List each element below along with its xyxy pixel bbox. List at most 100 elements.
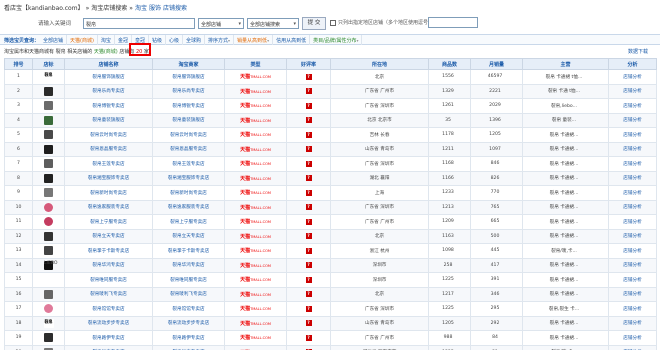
column-header[interactable]: 所在地	[330, 58, 429, 70]
column-header[interactable]: 排号	[4, 58, 33, 70]
region-filter-checkbox[interactable]	[330, 20, 336, 26]
rating-icon[interactable]: ?	[305, 175, 312, 182]
seller-link[interactable]: 裂帛博锐专卖店	[172, 104, 204, 109]
column-header[interactable]: 好评率	[286, 58, 331, 70]
shop-logo[interactable]	[44, 86, 53, 96]
shop-analysis-link[interactable]: 店铺分析	[623, 205, 641, 210]
shop-analysis-link[interactable]: 店铺分析	[623, 321, 641, 326]
shop-logo[interactable]: 裂帛	[43, 318, 54, 328]
shop-name-link[interactable]: 裂帛服饰旗舰店	[92, 75, 124, 80]
shop-analysis-link[interactable]: 店铺分析	[623, 147, 641, 152]
shop-analysis-link[interactable]: 店铺分析	[623, 263, 641, 268]
filter-tab[interactable]: 天猫(商城)	[67, 35, 98, 45]
breadcrumb-item[interactable]: 看店宝【kandianbao.com】	[4, 5, 84, 12]
filter-tab[interactable]: 销量从高到低▾	[234, 35, 274, 45]
breadcrumb-item[interactable]: 淘宝店铺搜索	[91, 5, 127, 12]
filter-tab[interactable]: 类目/品牌/属性分布▾	[310, 35, 363, 45]
search-mode-select[interactable]: 全部店铺搜索 ▾	[247, 18, 299, 29]
rating-icon[interactable]: ?	[305, 117, 312, 124]
export-link[interactable]: 数据下载	[628, 48, 648, 55]
shop-analysis-link[interactable]: 店铺分析	[623, 104, 641, 109]
shop-name-link[interactable]: 裂帛博锐专卖店	[92, 104, 124, 109]
filter-tab[interactable]: 排序方式▾	[205, 35, 235, 45]
rating-icon[interactable]: ?	[305, 247, 312, 254]
seller-link[interactable]: 裂帛流动步步专卖店	[168, 321, 209, 326]
seller-link[interactable]: 裂帛童装旗舰店	[172, 118, 204, 123]
shop-name-link[interactable]: 裂帛流动步步专卖店	[88, 321, 129, 326]
shop-type-select[interactable]: 全部店铺 ▾	[198, 18, 244, 29]
shop-analysis-link[interactable]: 店铺分析	[623, 234, 641, 239]
shop-logo[interactable]	[44, 304, 53, 314]
shop-logo[interactable]	[44, 159, 53, 169]
shop-analysis-link[interactable]: 店铺分析	[623, 249, 641, 254]
shop-name-link[interactable]: 裂帛华鸿专卖店	[92, 263, 124, 268]
shop-name-link[interactable]: 裂帛王莲专卖店	[92, 162, 124, 167]
shop-analysis-link[interactable]: 店铺分析	[623, 278, 641, 283]
shop-name-link[interactable]: 裂帛新时尚专卖店	[90, 191, 127, 196]
shop-analysis-link[interactable]: 店铺分析	[623, 162, 641, 167]
shop-logo[interactable]	[44, 173, 53, 183]
seller-link[interactable]: 裂帛路伊专卖店	[172, 336, 204, 341]
shop-logo[interactable]	[44, 231, 53, 241]
shop-name-link[interactable]: 裂帛唛利飞专卖店	[90, 292, 127, 297]
filter-tab[interactable]: 淘宝	[98, 35, 115, 45]
rating-icon[interactable]: ?	[305, 305, 312, 312]
rating-icon[interactable]: ?	[305, 102, 312, 109]
seller-link[interactable]: 裂帛立天专卖店	[172, 234, 204, 239]
shop-logo[interactable]	[44, 202, 53, 212]
seller-link[interactable]: 裂帛恩晶服专卖店	[170, 147, 207, 152]
shop-logo[interactable]	[44, 101, 53, 111]
rating-icon[interactable]: ?	[305, 291, 312, 298]
shop-name-link[interactable]: 裂帛立天专卖店	[92, 234, 124, 239]
shop-name-link[interactable]: 裂帛乐尚专卖店	[92, 89, 124, 94]
shop-analysis-link[interactable]: 店铺分析	[623, 75, 641, 80]
shop-name-link[interactable]: 裂帛童装旗舰店	[92, 118, 124, 123]
shop-name-link[interactable]: 裂帛恩晶服专卖店	[90, 147, 127, 152]
shop-analysis-link[interactable]: 店铺分析	[623, 118, 641, 123]
column-header[interactable]: 店铺名称	[64, 58, 153, 70]
column-header[interactable]: 淘宝商家	[152, 58, 225, 70]
rating-icon[interactable]: ?	[305, 204, 312, 211]
shop-logo[interactable]	[42, 275, 55, 285]
breadcrumb-item[interactable]: 店铺搜索	[163, 5, 187, 12]
shop-logo[interactable]: LIEBO	[44, 260, 58, 270]
filter-tab[interactable]: 全球购	[183, 35, 206, 45]
shop-logo[interactable]	[44, 144, 53, 154]
seller-link[interactable]: 裂帛王莲专卖店	[172, 162, 204, 167]
seller-link[interactable]: 裂帛唛利飞专卖店	[170, 292, 207, 297]
shop-analysis-link[interactable]: 店铺分析	[623, 307, 641, 312]
region-input[interactable]	[428, 17, 478, 28]
shop-logo[interactable]	[44, 289, 53, 299]
seller-link[interactable]: 裂帛上宁服专卖店	[170, 220, 207, 225]
shop-logo[interactable]	[44, 188, 53, 198]
shop-name-link[interactable]: 裂帛湘宝服饰专卖店	[88, 176, 129, 181]
shop-analysis-link[interactable]: 店铺分析	[623, 89, 641, 94]
shop-name-link[interactable]: 裂帛掌于卡斯专卖店	[88, 249, 129, 254]
shop-analysis-link[interactable]: 店铺分析	[623, 336, 641, 341]
rating-icon[interactable]: ?	[305, 218, 312, 225]
shop-logo[interactable]	[44, 333, 53, 343]
column-header[interactable]: 分析	[608, 58, 657, 70]
shop-name-link[interactable]: 裂帛逸家服装专卖店	[88, 205, 129, 210]
shop-logo[interactable]	[44, 115, 53, 125]
column-header[interactable]: 类型	[224, 58, 287, 70]
rating-icon[interactable]: ?	[305, 189, 312, 196]
filter-tab[interactable]: 信用从高到低	[273, 35, 311, 45]
shop-logo[interactable]	[44, 217, 53, 227]
filter-tab[interactable]: 钻级	[149, 35, 166, 45]
shop-analysis-link[interactable]: 店铺分析	[623, 133, 641, 138]
rating-icon[interactable]: ?	[305, 233, 312, 240]
filter-tab[interactable]: 心级	[166, 35, 183, 45]
seller-link[interactable]: 裂帛掌于卡斯专卖店	[168, 249, 209, 254]
seller-link[interactable]: 裂帛新时尚专卖店	[170, 191, 207, 196]
shop-analysis-link[interactable]: 店铺分析	[623, 191, 641, 196]
seller-link[interactable]: 裂帛云时尚专卖店	[170, 133, 207, 138]
rating-icon[interactable]: ?	[305, 276, 312, 283]
shop-name-link[interactable]: 裂帛云时尚专卖店	[90, 133, 127, 138]
shop-logo[interactable]	[44, 246, 53, 256]
column-header[interactable]: 店标	[32, 58, 65, 70]
rating-icon[interactable]: ?	[305, 334, 312, 341]
column-header[interactable]: 商品数	[428, 58, 471, 70]
column-header[interactable]: 月销量	[470, 58, 523, 70]
shop-name-link[interactable]: 裂帛唯同服专卖店	[90, 278, 127, 283]
